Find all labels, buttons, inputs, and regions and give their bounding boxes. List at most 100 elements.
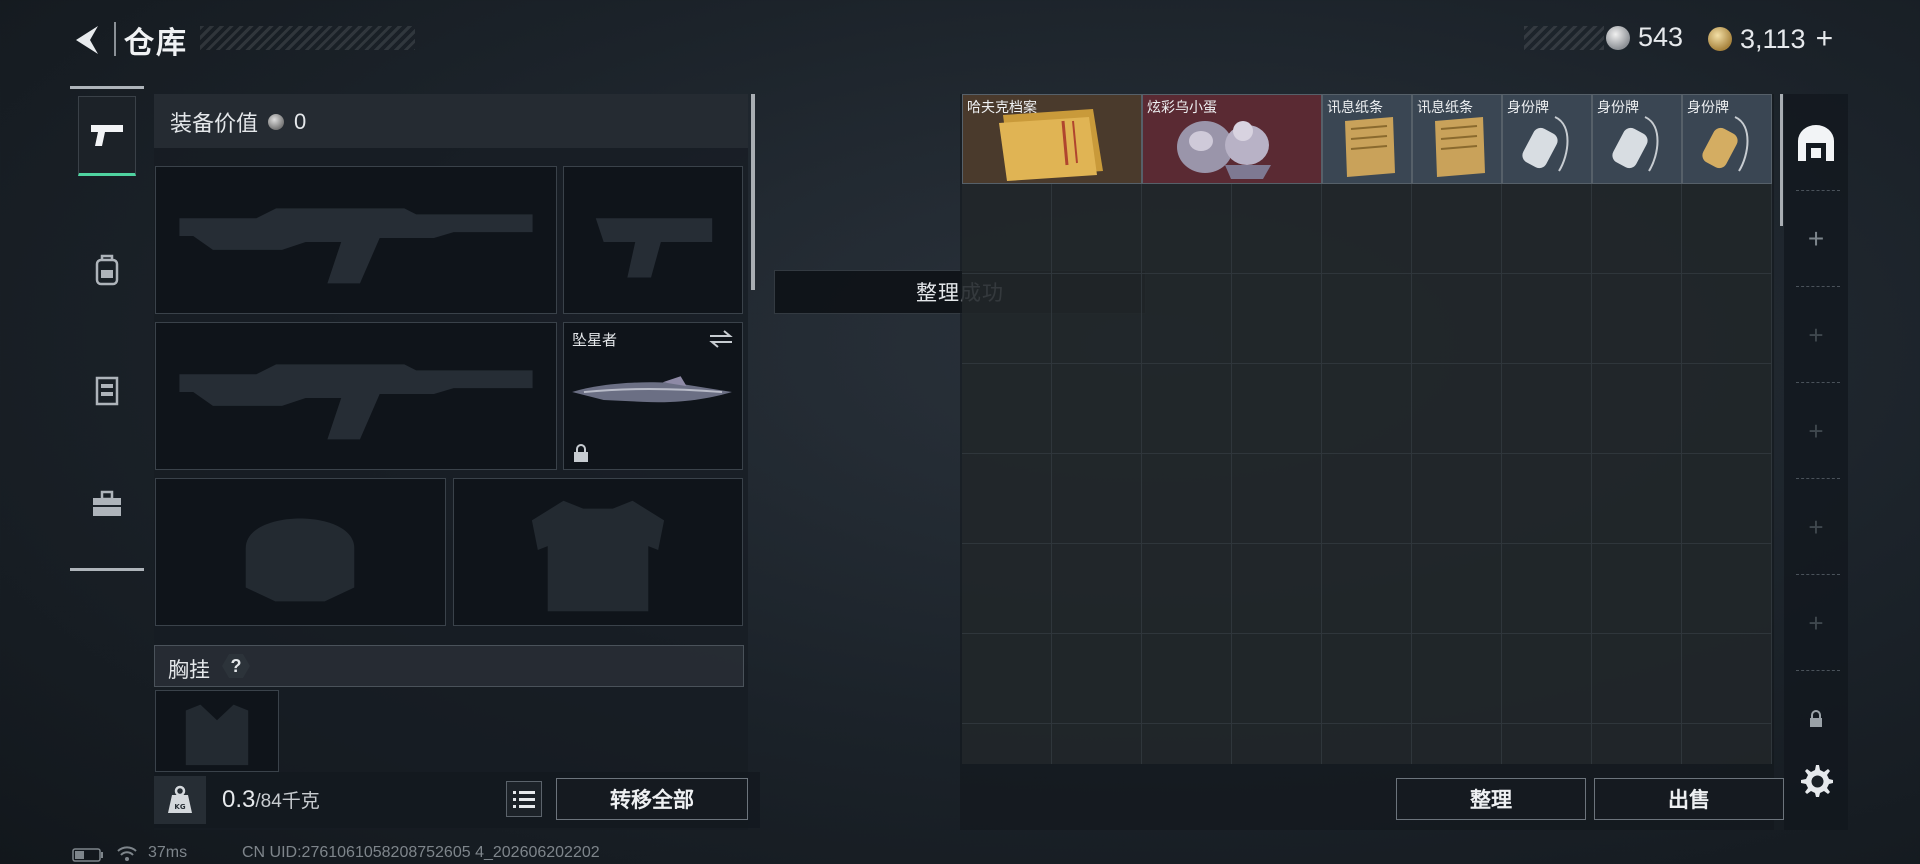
grid-cell[interactable]: [962, 184, 1052, 274]
grid-cell[interactable]: [1322, 274, 1412, 364]
back-button[interactable]: [68, 20, 108, 60]
organize-button[interactable]: 整理: [1396, 778, 1586, 820]
grid-cell[interactable]: [1052, 544, 1142, 634]
grid-cell[interactable]: [1142, 274, 1232, 364]
grid-cell[interactable]: [1232, 364, 1322, 454]
stash-item-dog-tag-1[interactable]: 身份牌: [1502, 94, 1592, 184]
grid-cell[interactable]: [1142, 454, 1232, 544]
grid-cell[interactable]: [1322, 364, 1412, 454]
settings-button[interactable]: [1798, 762, 1834, 803]
grid-cell[interactable]: [1682, 364, 1772, 454]
grid-cell[interactable]: [1502, 364, 1592, 454]
stash-item-dog-tag-3[interactable]: 身份牌: [1682, 94, 1772, 184]
stash-item-message-note-1[interactable]: 讯息纸条: [1322, 94, 1412, 184]
grid-cell[interactable]: [962, 544, 1052, 634]
grid-cell[interactable]: [1682, 454, 1772, 544]
grid-cell[interactable]: [1232, 724, 1322, 764]
grid-cell[interactable]: [1052, 634, 1142, 724]
grid-cell[interactable]: [1682, 724, 1772, 764]
battery-indicator: [72, 848, 104, 864]
add-stash-tab-button[interactable]: +: [1786, 192, 1846, 286]
grid-cell[interactable]: [1232, 274, 1322, 364]
pistol-slot[interactable]: [563, 166, 743, 314]
grid-cell[interactable]: [1412, 274, 1502, 364]
rail-item-toolbox[interactable]: [78, 464, 136, 544]
primary-weapon-slot-1[interactable]: [155, 166, 557, 314]
stash-tab-main[interactable]: [1786, 96, 1846, 190]
grid-cell[interactable]: [962, 454, 1052, 544]
helmet-silhouette: [245, 518, 355, 602]
grid-cell[interactable]: [1412, 184, 1502, 274]
stash-scrollbar[interactable]: [1780, 94, 1783, 226]
grid-cell[interactable]: [1412, 724, 1502, 764]
grid-cell[interactable]: [1412, 454, 1502, 544]
grid-cell[interactable]: [1502, 724, 1592, 764]
rail-item-vest[interactable]: [78, 350, 136, 430]
grid-cell[interactable]: [962, 274, 1052, 364]
grid-cell[interactable]: [1592, 634, 1682, 724]
stash-item-dog-tag-2[interactable]: 身份牌: [1592, 94, 1682, 184]
rail-item-weapons[interactable]: [78, 96, 136, 176]
grid-cell[interactable]: [1232, 544, 1322, 634]
grid-cell[interactable]: [1142, 724, 1232, 764]
grid-cell[interactable]: [1592, 184, 1682, 274]
grid-cell[interactable]: [1592, 364, 1682, 454]
grid-cell[interactable]: [1052, 364, 1142, 454]
grid-cell[interactable]: [1232, 454, 1322, 544]
grid-cell[interactable]: [962, 634, 1052, 724]
grid-cell[interactable]: [1502, 274, 1592, 364]
grid-cell[interactable]: [1592, 454, 1682, 544]
grid-cell[interactable]: [1682, 274, 1772, 364]
grid-cell[interactable]: [1592, 544, 1682, 634]
stash-item-haafk-file[interactable]: 哈夫克档案: [962, 94, 1142, 184]
grid-cell[interactable]: [1502, 544, 1592, 634]
grid-cell[interactable]: [1232, 634, 1322, 724]
grid-cell[interactable]: [1502, 454, 1592, 544]
grid-cell[interactable]: [1052, 724, 1142, 764]
grid-cell[interactable]: [1052, 274, 1142, 364]
grid-cell[interactable]: [1142, 364, 1232, 454]
equipment-scrollbar[interactable]: [751, 94, 755, 290]
grid-cell[interactable]: [1412, 634, 1502, 724]
grid-cell[interactable]: [1502, 634, 1592, 724]
rail-item-backpack[interactable]: [78, 230, 136, 310]
grid-cell[interactable]: [1412, 364, 1502, 454]
helmet-slot[interactable]: [155, 478, 446, 626]
grid-cell[interactable]: [1682, 184, 1772, 274]
grid-cell[interactable]: [1232, 184, 1322, 274]
grid-cell[interactable]: [1052, 454, 1142, 544]
grid-cell[interactable]: [962, 724, 1052, 764]
primary-weapon-slot-2[interactable]: [155, 322, 557, 470]
chest-rig-silhouette: [185, 704, 249, 766]
grid-cell[interactable]: [1592, 724, 1682, 764]
grid-cell[interactable]: [962, 364, 1052, 454]
armor-slot[interactable]: [453, 478, 743, 626]
grid-cell[interactable]: [1322, 184, 1412, 274]
chest-rig-label: 胸挂: [168, 659, 210, 682]
gold-currency[interactable]: 3,113 +: [1708, 22, 1833, 56]
sell-button[interactable]: 出售: [1594, 778, 1784, 820]
grid-cell[interactable]: [1052, 184, 1142, 274]
transfer-all-button[interactable]: 转移全部: [556, 778, 748, 820]
grid-cell[interactable]: [1322, 634, 1412, 724]
stash-item-colorful-egg[interactable]: 炫彩乌小蛋: [1142, 94, 1322, 184]
grid-cell[interactable]: [1682, 544, 1772, 634]
grid-cell[interactable]: [1322, 544, 1412, 634]
melee-slot[interactable]: 坠星者: [563, 322, 743, 470]
list-view-button[interactable]: [506, 781, 542, 817]
grid-cell[interactable]: [1142, 634, 1232, 724]
vest-icon: [95, 376, 119, 406]
grid-cell[interactable]: [1412, 544, 1502, 634]
grid-cell[interactable]: [1142, 544, 1232, 634]
stash-item-message-note-2[interactable]: 讯息纸条: [1412, 94, 1502, 184]
grid-cell[interactable]: [1322, 724, 1412, 764]
chest-rig-slot[interactable]: [155, 690, 279, 772]
grid-cell[interactable]: [1322, 454, 1412, 544]
grid-cell[interactable]: [1142, 184, 1232, 274]
grid-cell[interactable]: [1682, 634, 1772, 724]
add-currency-button[interactable]: +: [1816, 22, 1834, 56]
gold-coin-icon: [1708, 27, 1732, 51]
grid-cell[interactable]: [1502, 184, 1592, 274]
stash-grid[interactable]: 哈夫克档案 炫彩乌小蛋 讯息纸条 讯息纸条 身份牌 身份牌 身份牌: [962, 94, 1772, 764]
grid-cell[interactable]: [1592, 274, 1682, 364]
